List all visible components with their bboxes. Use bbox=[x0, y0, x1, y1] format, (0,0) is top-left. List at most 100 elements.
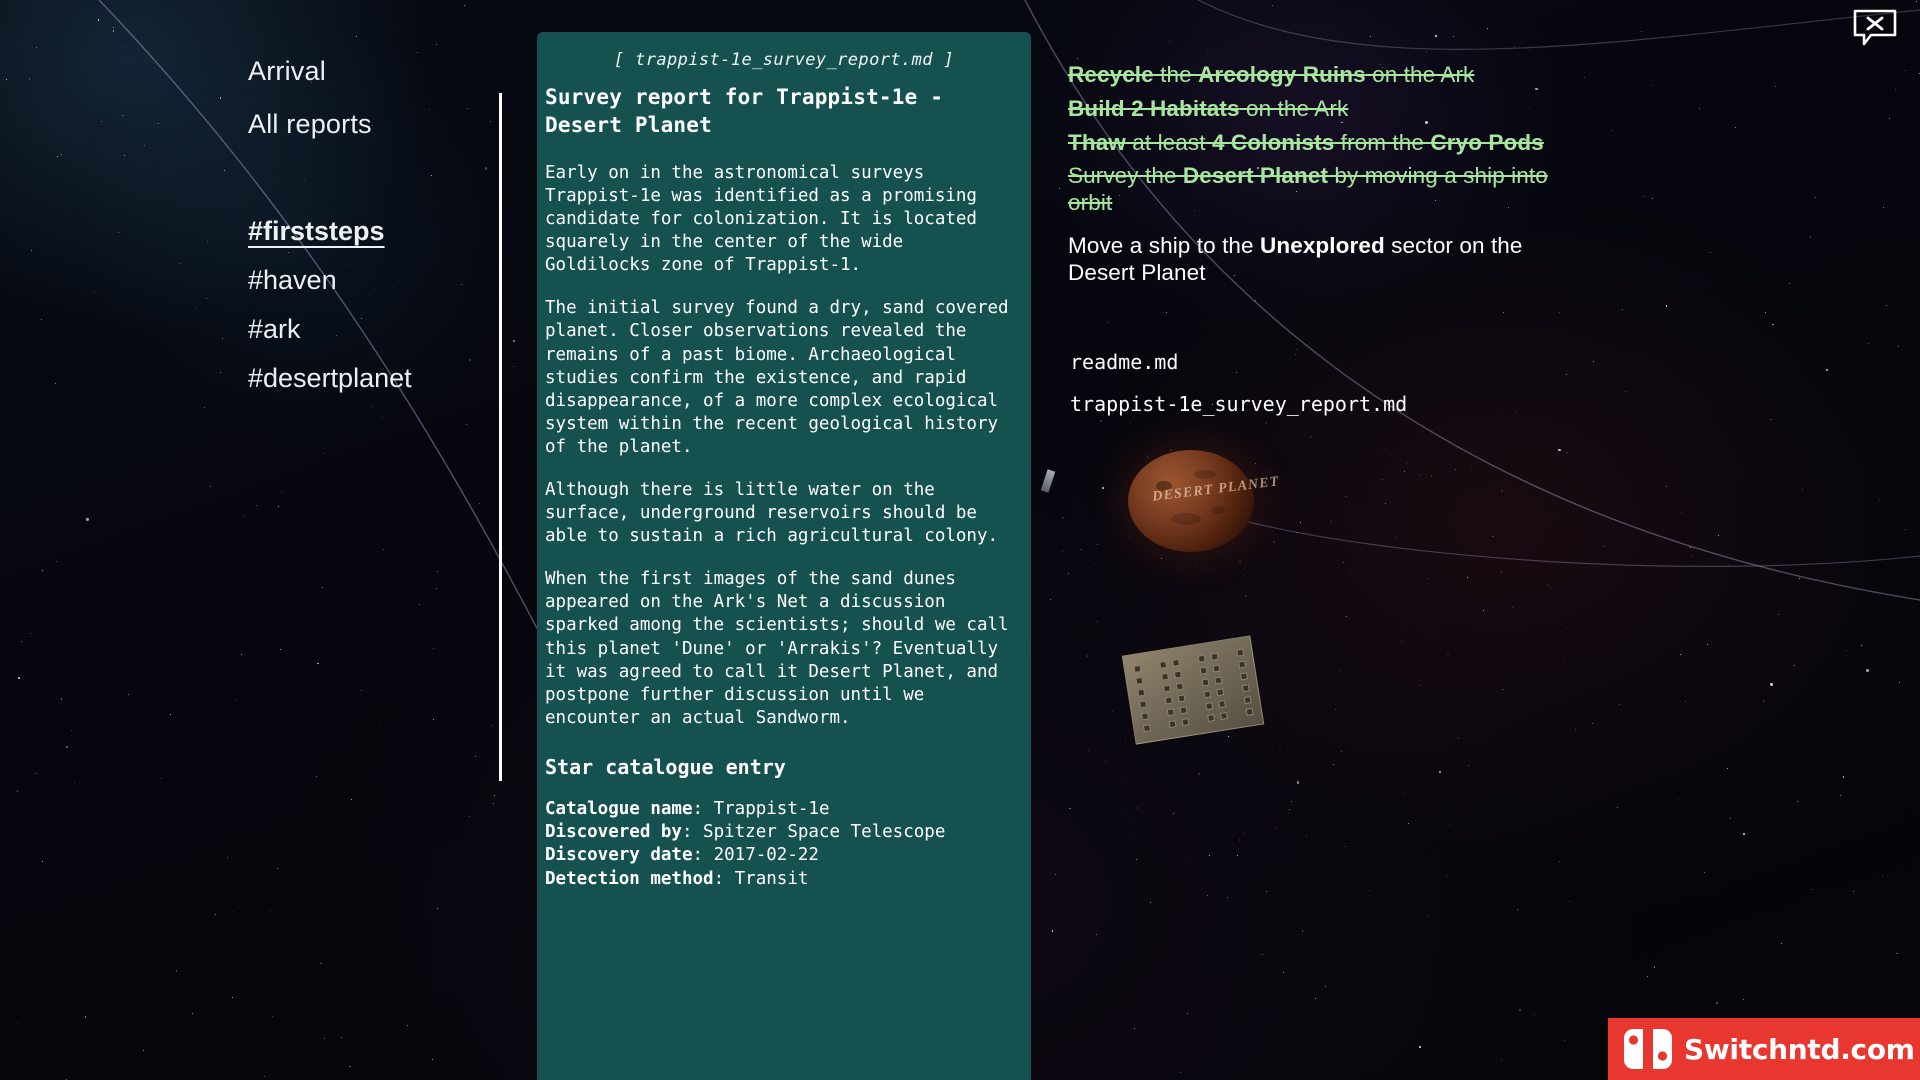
document-filename-header: [ trappist-1e_survey_report.md ] bbox=[613, 50, 955, 70]
colony-cell bbox=[1133, 664, 1142, 673]
colony-cell bbox=[1238, 660, 1247, 669]
sidebar-link-label: Arrival bbox=[248, 56, 326, 86]
colony-cell bbox=[1159, 660, 1168, 669]
catalogue-key: Discovery date bbox=[545, 845, 693, 866]
sidebar-link-label: All reports bbox=[248, 109, 372, 139]
objective-item: Recycle the Arcology Ruins on the Ark bbox=[1068, 62, 1573, 89]
colony-cell bbox=[1177, 694, 1186, 703]
objective-item: Build 2 Habitats on the Ark bbox=[1068, 96, 1573, 123]
sidebar-tag-ark[interactable]: #ark bbox=[248, 316, 498, 365]
colony-cell bbox=[1241, 684, 1250, 693]
catalogue-list: Catalogue name: Trappist-1e Discovered by… bbox=[545, 798, 1011, 891]
document-paragraph: Early on in the astronomical surveys Tra… bbox=[545, 162, 977, 276]
game-screen: Arrival All reports #firststeps #haven #… bbox=[0, 0, 1920, 1080]
close-icon bbox=[1853, 9, 1897, 46]
watermark-text: Switchntd.com bbox=[1684, 1032, 1915, 1066]
catalogue-value: : Spitzer Space Telescope bbox=[681, 822, 946, 843]
colony-cell bbox=[1161, 672, 1170, 681]
objective-segment: Recycle bbox=[1068, 62, 1154, 87]
objective-segment: Desert Planet bbox=[1182, 163, 1329, 189]
catalogue-key: Detection method bbox=[545, 868, 714, 889]
colony-cell bbox=[1164, 696, 1173, 705]
catalogue-key: Catalogue name bbox=[545, 798, 693, 819]
colony-cell bbox=[1245, 707, 1254, 716]
colony-cell bbox=[1168, 720, 1177, 729]
colony-cell bbox=[1216, 688, 1225, 697]
colony-cell bbox=[1219, 711, 1228, 720]
objective-segment: on the Ark bbox=[1239, 95, 1349, 121]
colony-cell bbox=[1179, 706, 1188, 715]
colony-cell bbox=[1199, 666, 1208, 675]
file-list: readme.md trappist-1e_survey_report.md bbox=[1070, 352, 1570, 436]
document-body: Survey report for Trappist-1e - Desert P… bbox=[537, 84, 1031, 891]
objective-item: Survey the Desert Planet by moving a shi… bbox=[1068, 163, 1573, 217]
objective-segment: the bbox=[1153, 62, 1199, 87]
file-item-readme[interactable]: readme.md bbox=[1070, 352, 1570, 394]
colony-base[interactable] bbox=[1121, 635, 1265, 745]
objectives-list: Recycle the Arcology Ruins on the Ark Bui… bbox=[1068, 62, 1573, 293]
colony-cell bbox=[1141, 712, 1150, 721]
sidebar-tag-label: #ark bbox=[248, 314, 301, 344]
colony-cell bbox=[1172, 658, 1181, 667]
catalogue-row: Discovery date: 2017-02-22 bbox=[545, 844, 1011, 867]
sidebar-item-arrival[interactable]: Arrival bbox=[248, 58, 498, 111]
ship-icon[interactable] bbox=[1040, 469, 1056, 493]
colony-cell bbox=[1212, 664, 1221, 673]
document-paragraph: The initial survey found a dry, sand cov… bbox=[545, 298, 1009, 457]
colony-cell bbox=[1173, 670, 1182, 679]
file-item-label: trappist-1e_survey_report.md bbox=[1070, 392, 1408, 416]
colony-cell bbox=[1175, 682, 1184, 691]
objective-segment: Unexplored bbox=[1260, 232, 1385, 258]
sidebar-tag-label: #haven bbox=[248, 265, 337, 295]
colony-cell bbox=[1243, 696, 1252, 705]
colony-cell bbox=[1162, 684, 1171, 693]
watermark: Switchntd.com bbox=[1608, 1018, 1920, 1080]
colony-cell bbox=[1201, 678, 1210, 687]
objective-segment: Build 2 Habitats bbox=[1068, 95, 1240, 121]
colony-cell bbox=[1218, 700, 1227, 709]
catalogue-row: Discovered by: Spitzer Space Telescope bbox=[545, 821, 1011, 844]
sidebar-item-all-reports[interactable]: All reports bbox=[248, 111, 498, 164]
catalogue-value: : Trappist-1e bbox=[692, 798, 830, 819]
close-button[interactable] bbox=[1852, 8, 1898, 46]
switch-logo-icon bbox=[1624, 1029, 1672, 1069]
colony-cell bbox=[1210, 652, 1219, 661]
document-panel: [ trappist-1e_survey_report.md ] Survey … bbox=[537, 32, 1031, 1080]
colony-cell bbox=[1142, 724, 1151, 733]
objective-segment: at least bbox=[1125, 129, 1212, 155]
sidebar-tag-firststeps[interactable]: #firststeps bbox=[248, 218, 498, 267]
objective-segment: from the bbox=[1334, 129, 1431, 155]
objective-segment: 4 Colonists bbox=[1211, 129, 1335, 155]
catalogue-key: Discovered by bbox=[545, 822, 682, 843]
objective-segment: Survey the bbox=[1068, 163, 1183, 189]
colony-cell bbox=[1166, 708, 1175, 717]
file-item-survey-report[interactable]: trappist-1e_survey_report.md bbox=[1070, 394, 1570, 436]
sidebar: Arrival All reports #firststeps #haven #… bbox=[248, 58, 498, 414]
objective-segment: Cryo Pods bbox=[1430, 129, 1544, 155]
objective-segment: Thaw bbox=[1068, 129, 1126, 155]
file-item-label: readme.md bbox=[1070, 350, 1179, 374]
catalogue-value: : 2017-02-22 bbox=[692, 845, 819, 866]
colony-cell bbox=[1207, 714, 1216, 723]
catalogue-row: Catalogue name: Trappist-1e bbox=[545, 798, 1011, 821]
colony-cell bbox=[1139, 700, 1148, 709]
colony-cell bbox=[1137, 688, 1146, 697]
objective-segment: Move a ship to the bbox=[1068, 232, 1261, 258]
document-section-heading: Star catalogue entry bbox=[545, 754, 786, 779]
colony-cell bbox=[1197, 654, 1206, 663]
sidebar-tag-desertplanet[interactable]: #desertplanet bbox=[248, 365, 498, 414]
objective-segment: on the Ark bbox=[1365, 62, 1475, 87]
catalogue-value: : Transit bbox=[713, 868, 809, 889]
colony-cell bbox=[1135, 676, 1144, 685]
colony-cell bbox=[1203, 690, 1212, 699]
objective-item: Thaw at least 4 Colonists from the Cryo … bbox=[1068, 130, 1573, 157]
document-paragraph: When the first images of the sand dunes … bbox=[545, 569, 1009, 728]
desert-planet[interactable] bbox=[1128, 450, 1254, 552]
colony-cell bbox=[1205, 702, 1214, 711]
document-title: Survey report for Trappist-1e - Desert P… bbox=[545, 85, 944, 137]
sidebar-tag-haven[interactable]: #haven bbox=[248, 267, 498, 316]
colony-cell bbox=[1181, 718, 1190, 727]
colony-cell bbox=[1214, 676, 1223, 685]
objective-item: Move a ship to the Unexplored sector on … bbox=[1068, 233, 1573, 287]
